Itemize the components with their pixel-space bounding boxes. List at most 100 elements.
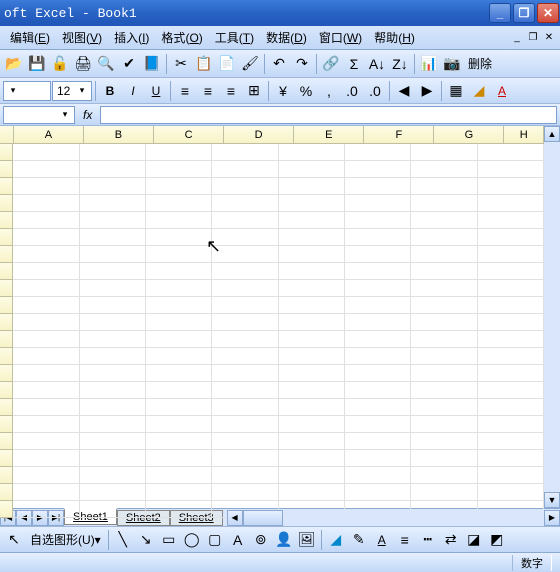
cell[interactable] bbox=[80, 484, 146, 500]
cell[interactable] bbox=[345, 178, 411, 194]
row-header[interactable] bbox=[0, 246, 13, 263]
cell[interactable] bbox=[279, 144, 345, 160]
cell[interactable] bbox=[80, 416, 146, 432]
cell[interactable] bbox=[478, 297, 544, 313]
cell[interactable] bbox=[411, 365, 477, 381]
permissions-icon[interactable]: 🔓 bbox=[49, 53, 71, 75]
cell[interactable] bbox=[345, 348, 411, 364]
cell[interactable] bbox=[212, 467, 278, 483]
bold-button[interactable]: B bbox=[99, 80, 121, 102]
cell[interactable] bbox=[146, 450, 212, 466]
sort-asc-icon[interactable]: A↓ bbox=[366, 53, 388, 75]
cell[interactable] bbox=[212, 399, 278, 415]
align-left-icon[interactable]: ≡ bbox=[174, 80, 196, 102]
cell[interactable] bbox=[279, 348, 345, 364]
cell[interactable] bbox=[411, 484, 477, 500]
cell[interactable] bbox=[345, 263, 411, 279]
cell[interactable] bbox=[80, 501, 146, 517]
decrease-indent-icon[interactable]: ◀ bbox=[393, 80, 415, 102]
cell[interactable] bbox=[80, 399, 146, 415]
cell[interactable] bbox=[478, 212, 544, 228]
cell[interactable] bbox=[478, 246, 544, 262]
cell[interactable] bbox=[411, 263, 477, 279]
autosum-icon[interactable]: Σ bbox=[343, 53, 365, 75]
cell[interactable] bbox=[146, 433, 212, 449]
diagram-icon[interactable]: ⊚ bbox=[250, 529, 272, 551]
align-right-icon[interactable]: ≡ bbox=[220, 80, 242, 102]
cell[interactable] bbox=[212, 331, 278, 347]
col-header-B[interactable]: B bbox=[84, 126, 154, 143]
cell[interactable] bbox=[279, 212, 345, 228]
cell[interactable] bbox=[146, 280, 212, 296]
doc-minimize-button[interactable]: _ bbox=[510, 32, 524, 44]
row-header[interactable] bbox=[0, 280, 13, 297]
cell[interactable] bbox=[13, 348, 79, 364]
oval-icon[interactable]: ◯ bbox=[181, 529, 203, 551]
cell[interactable] bbox=[212, 212, 278, 228]
cell[interactable] bbox=[13, 297, 79, 313]
align-center-icon[interactable]: ≡ bbox=[197, 80, 219, 102]
camera-icon[interactable]: 📷 bbox=[441, 53, 463, 75]
cell[interactable] bbox=[478, 314, 544, 330]
cell[interactable] bbox=[279, 467, 345, 483]
cell[interactable] bbox=[279, 331, 345, 347]
cell[interactable] bbox=[279, 263, 345, 279]
cell[interactable] bbox=[478, 161, 544, 177]
cell[interactable] bbox=[411, 399, 477, 415]
cell[interactable] bbox=[478, 331, 544, 347]
cell[interactable] bbox=[80, 212, 146, 228]
cell[interactable] bbox=[13, 161, 79, 177]
cell[interactable] bbox=[345, 161, 411, 177]
cell[interactable] bbox=[411, 416, 477, 432]
undo-icon[interactable]: ↶ bbox=[268, 53, 290, 75]
merge-center-icon[interactable]: ⊞ bbox=[243, 80, 265, 102]
cell[interactable] bbox=[146, 212, 212, 228]
menu-insert[interactable]: 插入(I) bbox=[108, 27, 155, 48]
cell[interactable] bbox=[13, 331, 79, 347]
cell[interactable] bbox=[212, 484, 278, 500]
cell[interactable] bbox=[478, 229, 544, 245]
cell[interactable] bbox=[80, 365, 146, 381]
cell[interactable] bbox=[13, 467, 79, 483]
col-header-E[interactable]: E bbox=[294, 126, 364, 143]
cell[interactable] bbox=[80, 382, 146, 398]
col-header-F[interactable]: F bbox=[364, 126, 434, 143]
arrow-icon[interactable]: ↘ bbox=[135, 529, 157, 551]
copy-icon[interactable]: 📋 bbox=[193, 53, 215, 75]
cell[interactable] bbox=[279, 229, 345, 245]
cell[interactable] bbox=[212, 144, 278, 160]
cell[interactable] bbox=[478, 365, 544, 381]
cell[interactable] bbox=[345, 246, 411, 262]
cell[interactable] bbox=[80, 161, 146, 177]
scroll-up-button[interactable]: ▲ bbox=[544, 126, 560, 142]
cell[interactable] bbox=[411, 195, 477, 211]
row-header[interactable] bbox=[0, 467, 13, 484]
comma-style-icon[interactable]: , bbox=[318, 80, 340, 102]
cell[interactable] bbox=[279, 280, 345, 296]
cell[interactable] bbox=[478, 467, 544, 483]
cell[interactable] bbox=[212, 450, 278, 466]
fx-label[interactable]: fx bbox=[77, 108, 98, 122]
cell[interactable] bbox=[279, 161, 345, 177]
row-header[interactable] bbox=[0, 348, 13, 365]
cell[interactable] bbox=[146, 348, 212, 364]
autoshapes-menu[interactable]: 自选图形(U)▾ bbox=[26, 531, 105, 548]
paste-icon[interactable]: 📄 bbox=[216, 53, 238, 75]
row-header[interactable] bbox=[0, 297, 13, 314]
currency-icon[interactable]: ¥ bbox=[272, 80, 294, 102]
hyperlink-icon[interactable]: 🔗 bbox=[320, 53, 342, 75]
cell[interactable] bbox=[411, 314, 477, 330]
cell[interactable] bbox=[13, 484, 79, 500]
cell[interactable] bbox=[146, 501, 212, 517]
cell[interactable] bbox=[212, 297, 278, 313]
cell[interactable] bbox=[279, 178, 345, 194]
redo-icon[interactable]: ↷ bbox=[291, 53, 313, 75]
cell[interactable] bbox=[80, 297, 146, 313]
cell[interactable] bbox=[13, 229, 79, 245]
cell[interactable] bbox=[212, 314, 278, 330]
row-header[interactable] bbox=[0, 331, 13, 348]
row-header[interactable] bbox=[0, 433, 13, 450]
row-header[interactable] bbox=[0, 161, 13, 178]
col-header-G[interactable]: G bbox=[434, 126, 504, 143]
scroll-down-button[interactable]: ▼ bbox=[544, 492, 560, 508]
